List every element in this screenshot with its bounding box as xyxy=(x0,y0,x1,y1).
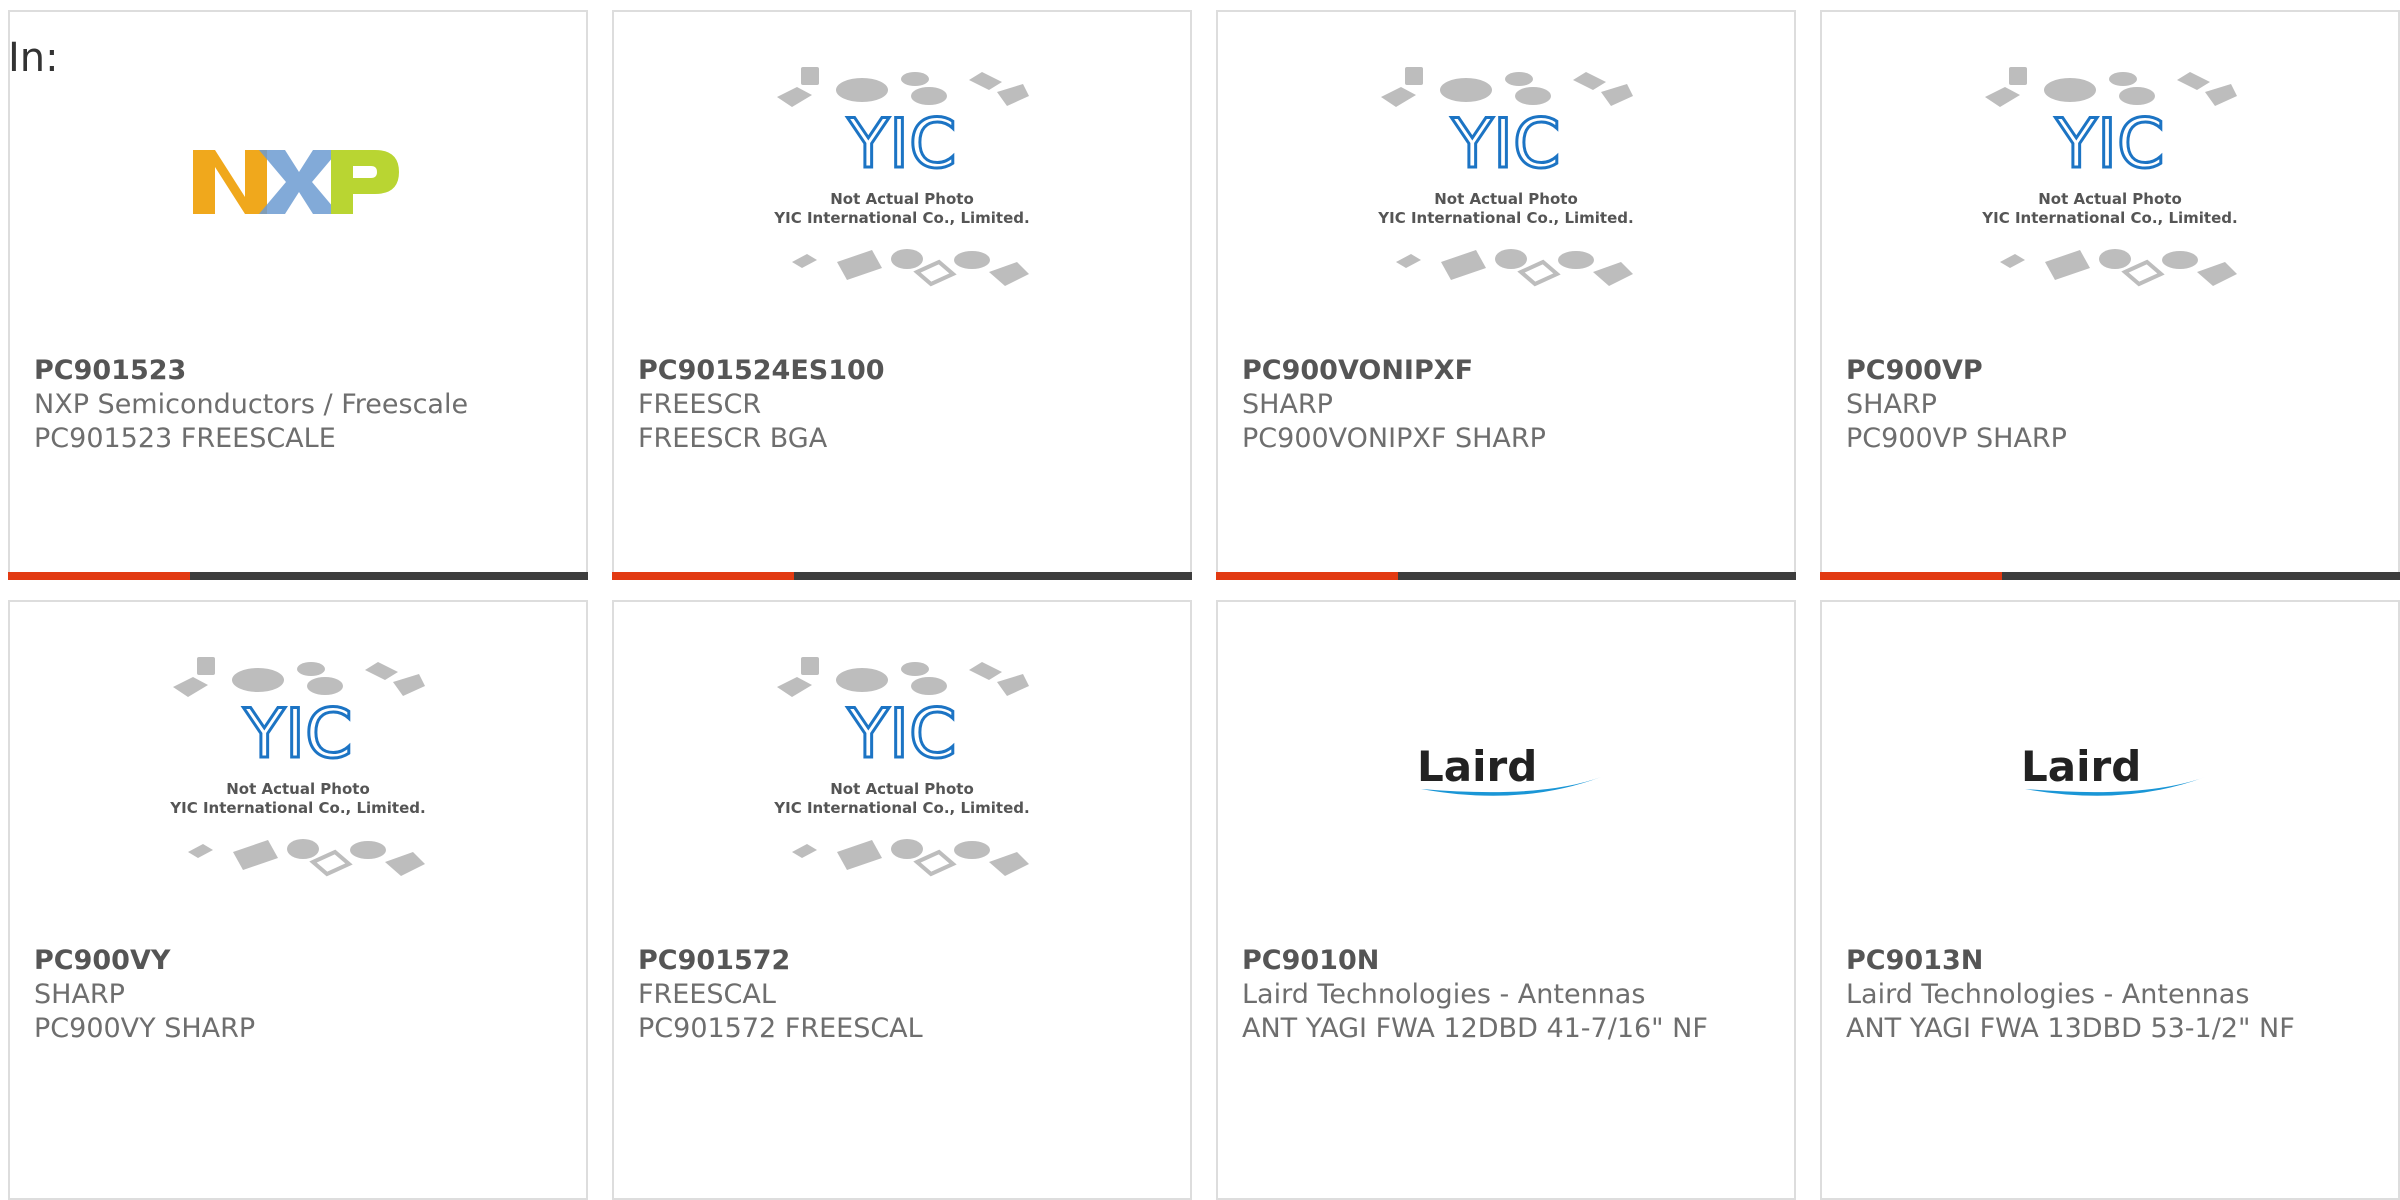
description: PC900VY SHARP xyxy=(34,1013,256,1044)
manufacturer: SHARP xyxy=(1242,389,1333,420)
placeholder-line1: Not Actual Photo xyxy=(830,190,974,208)
card-bar xyxy=(1820,572,2400,580)
laird-logo-icon: Laird xyxy=(2021,742,2205,796)
laird-logo-icon: Laird xyxy=(1417,742,1601,796)
product-card[interactable]: YIC Not Actual Photo YIC International C… xyxy=(1820,10,2400,580)
product-card[interactable]: Laird PC9013N Laird Technologies - Anten… xyxy=(1820,600,2400,1200)
part-number[interactable]: PC900VONIPXF xyxy=(1242,354,1770,388)
product-image[interactable] xyxy=(10,12,586,352)
product-image[interactable]: YIC Not Actual Photo YIC International C… xyxy=(614,12,1190,352)
card-bar xyxy=(1216,572,1796,580)
svg-text:Laird: Laird xyxy=(1417,742,1537,791)
placeholder-line1: Not Actual Photo xyxy=(830,780,974,798)
placeholder-line1: Not Actual Photo xyxy=(2038,190,2182,208)
product-card[interactable]: YIC Not Actual Photo YIC International C… xyxy=(612,600,1192,1200)
product-card[interactable]: YIC Not Actual Photo YIC International C… xyxy=(612,10,1192,580)
placeholder-line2: YIC International Co., Limited. xyxy=(773,209,1029,227)
yic-placeholder-icon: YIC Not Actual Photo YIC International C… xyxy=(773,657,1030,877)
yic-placeholder-icon: YIC Not Actual Photo YIC International C… xyxy=(773,67,1030,287)
description: ANT YAGI FWA 13DBD 53-1/2" NF xyxy=(1846,1013,2295,1044)
description: PC900VP SHARP xyxy=(1846,423,2067,454)
card-bar xyxy=(612,572,1192,580)
product-card[interactable]: Laird PC9010N Laird Technologies - Anten… xyxy=(1216,600,1796,1200)
manufacturer: NXP Semiconductors / Freescale xyxy=(34,389,469,420)
part-number[interactable]: PC901572 xyxy=(638,944,1166,978)
description: FREESCR BGA xyxy=(638,423,828,454)
part-number[interactable]: PC900VY xyxy=(34,944,562,978)
description: PC900VONIPXF SHARP xyxy=(1242,423,1546,454)
nxp-logo-icon xyxy=(193,150,399,214)
part-number[interactable]: PC901524ES100 xyxy=(638,354,1166,388)
placeholder-line2: YIC International Co., Limited. xyxy=(169,799,425,817)
yic-placeholder-icon: YIC Not Actual Photo YIC International C… xyxy=(169,657,426,877)
svg-text:YIC: YIC xyxy=(1450,105,1560,184)
product-image[interactable]: YIC Not Actual Photo YIC International C… xyxy=(1822,12,2398,352)
product-card[interactable]: YIC Not Actual Photo YIC International C… xyxy=(8,600,588,1200)
svg-text:YIC: YIC xyxy=(846,105,956,184)
yic-placeholder-icon: YIC Not Actual Photo YIC International C… xyxy=(1981,67,2238,287)
filter-in-label: In: xyxy=(8,35,59,81)
card-bar xyxy=(8,572,588,580)
yic-placeholder-icon: YIC Not Actual Photo YIC International C… xyxy=(1377,67,1634,287)
svg-text:YIC: YIC xyxy=(846,695,956,774)
manufacturer: Laird Technologies - Antennas xyxy=(1242,979,1646,1010)
placeholder-line1: Not Actual Photo xyxy=(1434,190,1578,208)
description: PC901523 FREESCALE xyxy=(34,423,336,454)
product-image[interactable]: YIC Not Actual Photo YIC International C… xyxy=(1218,12,1794,352)
part-number[interactable]: PC900VP xyxy=(1846,354,2374,388)
placeholder-line2: YIC International Co., Limited. xyxy=(1981,209,2237,227)
product-image[interactable]: YIC Not Actual Photo YIC International C… xyxy=(614,602,1190,942)
svg-text:YIC: YIC xyxy=(242,695,352,774)
product-card[interactable]: PC901523 NXP Semiconductors / Freescale … xyxy=(8,10,588,580)
placeholder-line2: YIC International Co., Limited. xyxy=(1377,209,1633,227)
product-image[interactable]: Laird xyxy=(1822,602,2398,942)
manufacturer: SHARP xyxy=(1846,389,1937,420)
manufacturer: FREESCR xyxy=(638,389,762,420)
manufacturer: Laird Technologies - Antennas xyxy=(1846,979,2250,1010)
svg-text:YIC: YIC xyxy=(2054,105,2164,184)
placeholder-line2: YIC International Co., Limited. xyxy=(773,799,1029,817)
product-card[interactable]: YIC Not Actual Photo YIC International C… xyxy=(1216,10,1796,580)
part-number[interactable]: PC9013N xyxy=(1846,944,2374,978)
description: PC901572 FREESCAL xyxy=(638,1013,923,1044)
svg-text:Laird: Laird xyxy=(2021,742,2141,791)
description: ANT YAGI FWA 12DBD 41-7/16" NF xyxy=(1242,1013,1708,1044)
placeholder-line1: Not Actual Photo xyxy=(226,780,370,798)
product-image[interactable]: Laird xyxy=(1218,602,1794,942)
manufacturer: SHARP xyxy=(34,979,125,1010)
manufacturer: FREESCAL xyxy=(638,979,776,1010)
part-number[interactable]: PC901523 xyxy=(34,354,562,388)
product-image[interactable]: YIC Not Actual Photo YIC International C… xyxy=(10,602,586,942)
part-number[interactable]: PC9010N xyxy=(1242,944,1770,978)
